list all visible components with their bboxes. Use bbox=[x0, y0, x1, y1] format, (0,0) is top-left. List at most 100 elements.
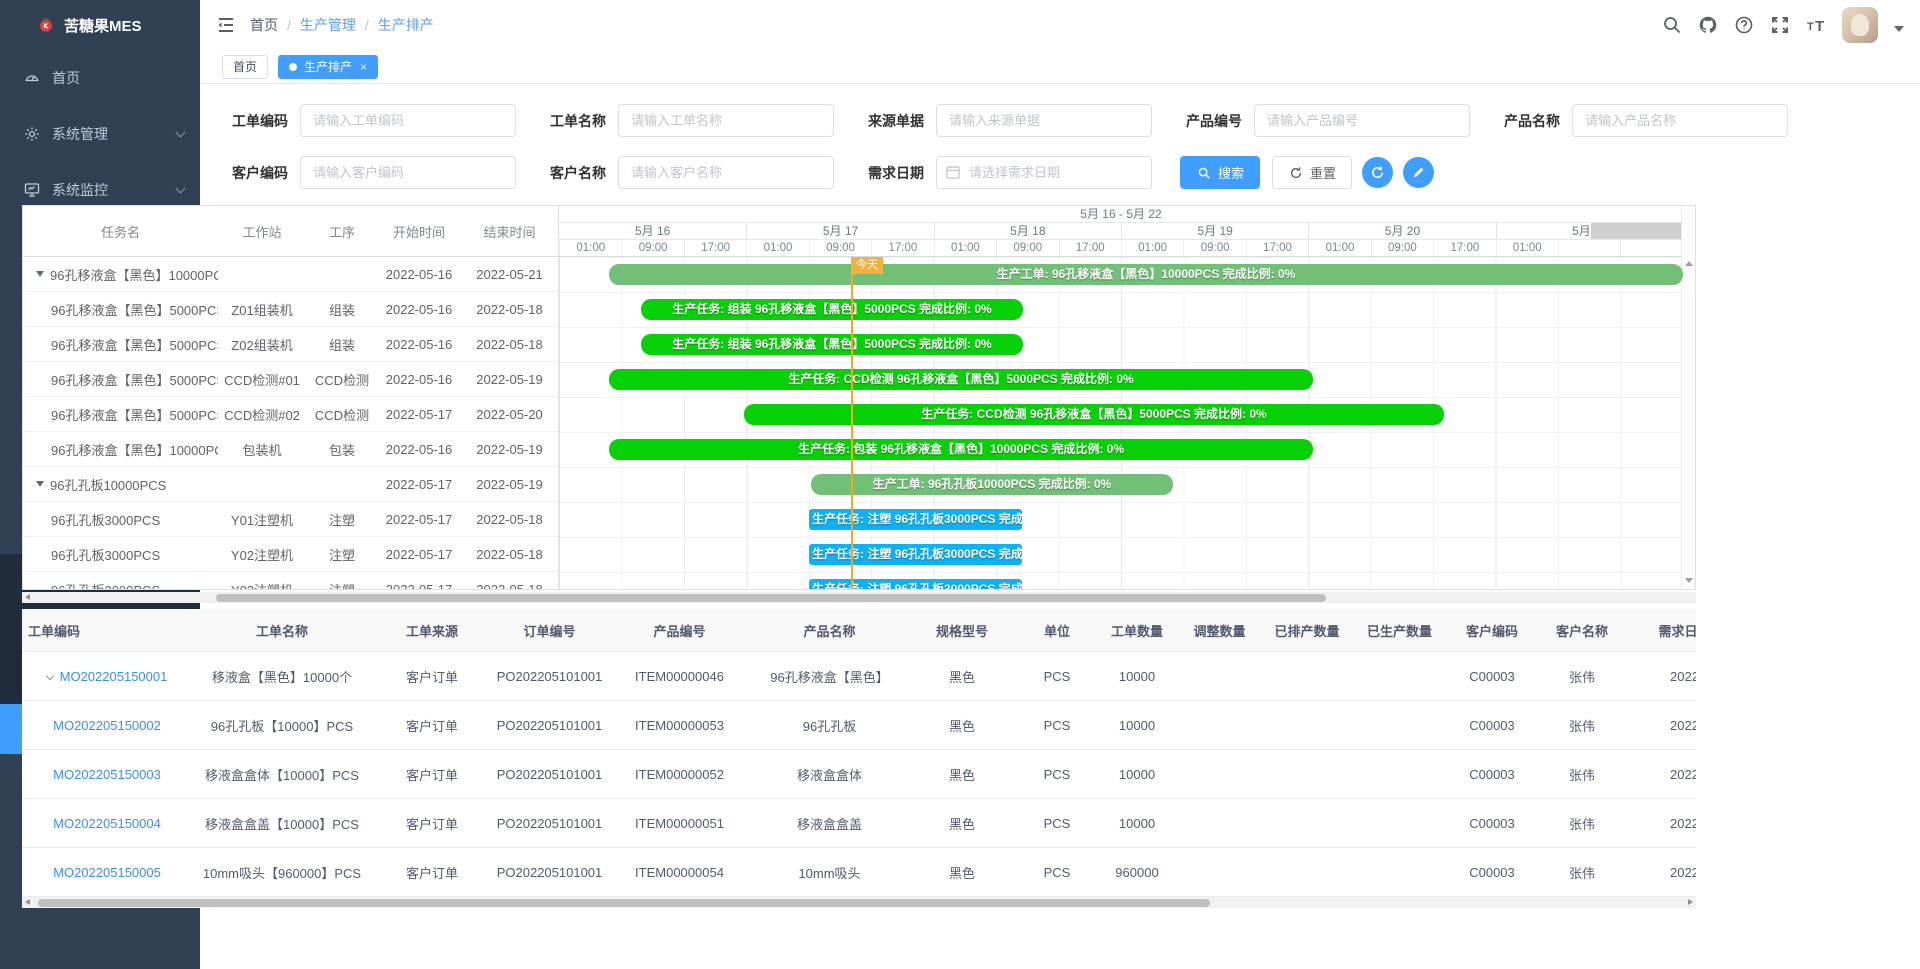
breadcrumb-scheduling[interactable]: 生产排产 bbox=[378, 15, 434, 35]
gantt-task-row[interactable]: 96孔移液盒【黑色】5000PCSZ01组装机组装2022-05-162022-… bbox=[23, 292, 558, 327]
gantt-task-row[interactable]: 96孔孔板3000PCSY02注塑机注塑2022-05-172022-05-18 bbox=[23, 537, 558, 572]
table-cell: C00003 bbox=[1447, 767, 1537, 782]
task-end: 2022-05-21 bbox=[460, 267, 559, 282]
gantt-workorder-bar[interactable]: 生产工单: 96孔孔板10000PCS 完成比例: 0% bbox=[811, 474, 1173, 495]
scroll-down-icon[interactable] bbox=[1685, 578, 1693, 583]
gantt-task-bar[interactable]: 生产任务: 注塑 96孔孔板3000PCS 完成比例: 0% bbox=[809, 544, 1022, 565]
task-start: 2022-05-17 bbox=[378, 547, 460, 562]
filter-input[interactable] bbox=[618, 104, 834, 137]
tab-scheduling[interactable]: 生产排产 × bbox=[278, 55, 378, 79]
gantt-task-bar[interactable]: 生产任务: 组装 96孔移液盒【黑色】5000PCS 完成比例: 0% bbox=[641, 334, 1023, 355]
user-menu-caret-icon[interactable] bbox=[1894, 26, 1904, 32]
filter-input[interactable] bbox=[300, 156, 516, 189]
font-size-icon[interactable]: TT bbox=[1806, 15, 1826, 35]
reset-button[interactable]: 重置 bbox=[1272, 156, 1352, 189]
gantt-horizontal-scrollbar[interactable] bbox=[22, 592, 1696, 603]
work-order-link[interactable]: MO202205150004 bbox=[53, 816, 161, 831]
table-cell: 10mm吸头 bbox=[752, 863, 907, 882]
gantt-hour-label bbox=[1620, 240, 1682, 256]
breadcrumb-home[interactable]: 首页 bbox=[250, 15, 278, 35]
gantt-task-row[interactable]: 96孔移液盒【黑色】10000PCS2022-05-162022-05-21 bbox=[23, 257, 558, 292]
filter-label: 客户名称 bbox=[544, 163, 606, 183]
gantt-task-row[interactable]: 96孔移液盒【黑色】5000PCSZ02组装机组装2022-05-162022-… bbox=[23, 327, 558, 362]
table-column-header: 已排产数量 bbox=[1262, 621, 1352, 640]
table-cell: 黑色 bbox=[907, 814, 1017, 833]
filter-input[interactable] bbox=[300, 104, 516, 137]
task-start: 2022-05-17 bbox=[378, 582, 460, 590]
gantt-day-label: 5月 20 bbox=[1308, 223, 1495, 239]
sidebar-toggle-icon[interactable] bbox=[216, 15, 236, 35]
scrollbar-thumb[interactable] bbox=[38, 899, 1210, 907]
table-cell: 客户订单 bbox=[372, 765, 492, 784]
gantt-task-row[interactable]: 96孔孔板3000PCSY03注塑机注塑2022-05-172022-05-18 bbox=[23, 572, 558, 589]
work-order-link[interactable]: MO202205150002 bbox=[53, 718, 161, 733]
table-column-header: 工单编码 bbox=[22, 621, 192, 640]
table-column-header: 产品名称 bbox=[752, 621, 907, 640]
gantt-task-bar[interactable]: 生产任务: 注塑 96孔孔板3000PCS 完成比例: 0% bbox=[809, 509, 1022, 530]
table-cell: PCS bbox=[1017, 718, 1097, 733]
gantt-workorder-bar[interactable]: 生产工单: 96孔移液盒【黑色】10000PCS 完成比例: 0% bbox=[609, 264, 1683, 285]
search-small-icon bbox=[1196, 165, 1212, 181]
scroll-up-icon[interactable] bbox=[1685, 261, 1693, 266]
filter-label: 工单名称 bbox=[544, 111, 606, 131]
filter-field: 需求日期 bbox=[862, 156, 1152, 189]
table-cell: 移液盒盒盖 bbox=[752, 814, 907, 833]
gantt-task-bar[interactable]: 生产任务: CCD检测 96孔移液盒【黑色】5000PCS 完成比例: 0% bbox=[609, 369, 1313, 390]
table-cell: PCS bbox=[1017, 816, 1097, 831]
app-title: 苦糖果MES bbox=[64, 15, 142, 36]
breadcrumb-production[interactable]: 生产管理 bbox=[300, 15, 356, 35]
avatar[interactable] bbox=[1842, 7, 1878, 43]
gantt-task-bar[interactable]: 生产任务: 组装 96孔移液盒【黑色】5000PCS 完成比例: 0% bbox=[641, 299, 1023, 320]
filter-input[interactable] bbox=[1254, 104, 1470, 137]
github-icon[interactable] bbox=[1698, 15, 1718, 35]
table-horizontal-scrollbar[interactable] bbox=[22, 897, 1696, 908]
gantt-task-bar[interactable]: 生产任务: CCD检测 96孔移液盒【黑色】5000PCS 完成比例: 0% bbox=[744, 404, 1444, 425]
tab-home[interactable]: 首页 bbox=[222, 55, 268, 79]
gantt-task-bar[interactable]: 生产任务: 注塑 96孔孔板3000PCS 完成比例: 0% bbox=[809, 579, 1022, 589]
work-order-link[interactable]: MO202205150003 bbox=[53, 767, 161, 782]
scroll-right-icon[interactable] bbox=[1688, 899, 1693, 905]
table-row[interactable]: MO202205150003移液盒盒体【10000】PCS客户订单PO20220… bbox=[22, 750, 1696, 799]
sidebar-item-system[interactable]: 系统管理 bbox=[0, 106, 200, 162]
scrollbar-thumb[interactable] bbox=[216, 594, 1326, 602]
gantt-task-row[interactable]: 96孔移液盒【黑色】10000PCS包装机包装2022-05-162022-05… bbox=[23, 432, 558, 467]
sidebar-item-home[interactable]: 首页 bbox=[0, 50, 200, 106]
table-row[interactable]: MO202205150004移液盒盒盖【10000】PCS客户订单PO20220… bbox=[22, 799, 1696, 848]
work-order-link[interactable]: MO202205150005 bbox=[53, 865, 161, 880]
search-button[interactable]: 搜索 bbox=[1180, 156, 1260, 189]
table-row[interactable]: MO20220515000510mm吸头【960000】PCS客户订单PO202… bbox=[22, 848, 1696, 897]
table-cell: 10000 bbox=[1097, 816, 1177, 831]
table-cell: 黑色 bbox=[907, 863, 1017, 882]
edit-schedule-button[interactable] bbox=[1403, 157, 1434, 188]
fullscreen-icon[interactable] bbox=[1770, 15, 1790, 35]
table-row[interactable]: MO202205150001移液盒【黑色】10000个客户订单PO2022051… bbox=[22, 652, 1696, 701]
task-name: 96孔孔板10000PCS bbox=[50, 475, 166, 494]
topbar-right: TT bbox=[1662, 7, 1904, 43]
filter-input[interactable] bbox=[936, 104, 1152, 137]
table-cell: 96孔孔板 bbox=[752, 716, 907, 735]
table-cell: 张伟 bbox=[1537, 667, 1627, 686]
scroll-left-icon[interactable] bbox=[25, 594, 30, 600]
gantt-task-bar[interactable]: 生产任务: 包装 96孔移液盒【黑色】10000PCS 完成比例: 0% bbox=[609, 439, 1313, 460]
task-station: 包装机 bbox=[218, 440, 306, 459]
filter-input[interactable] bbox=[1572, 104, 1788, 137]
table-row[interactable]: MO20220515000296孔孔板【10000】PCS客户订单PO20220… bbox=[22, 701, 1696, 750]
search-icon[interactable] bbox=[1662, 15, 1682, 35]
gantt-task-row[interactable]: 96孔孔板10000PCS2022-05-172022-05-19 bbox=[23, 467, 558, 502]
gantt-task-row[interactable]: 96孔移液盒【黑色】5000PCSCCD检测#01CCD检测2022-05-16… bbox=[23, 362, 558, 397]
scroll-left-icon[interactable] bbox=[25, 899, 30, 905]
work-order-link[interactable]: MO202205150001 bbox=[60, 669, 168, 684]
breadcrumb: 首页 / 生产管理 / 生产排产 bbox=[250, 15, 434, 35]
collapse-triangle-icon[interactable] bbox=[36, 481, 44, 487]
close-tab-icon[interactable]: × bbox=[360, 60, 367, 74]
refresh-gantt-button[interactable] bbox=[1362, 157, 1393, 188]
gantt-task-row[interactable]: 96孔移液盒【黑色】5000PCSCCD检测#02CCD检测2022-05-17… bbox=[23, 397, 558, 432]
gantt-task-row[interactable]: 96孔孔板3000PCSY01注塑机注塑2022-05-172022-05-18 bbox=[23, 502, 558, 537]
question-icon[interactable] bbox=[1734, 15, 1754, 35]
gantt-vertical-scrollbar[interactable] bbox=[1681, 206, 1695, 589]
date-input[interactable] bbox=[936, 156, 1152, 189]
filter-input[interactable] bbox=[618, 156, 834, 189]
task-name: 96孔移液盒【黑色】5000PCS bbox=[51, 300, 218, 319]
expand-row-icon[interactable] bbox=[45, 671, 53, 679]
collapse-triangle-icon[interactable] bbox=[36, 271, 44, 277]
